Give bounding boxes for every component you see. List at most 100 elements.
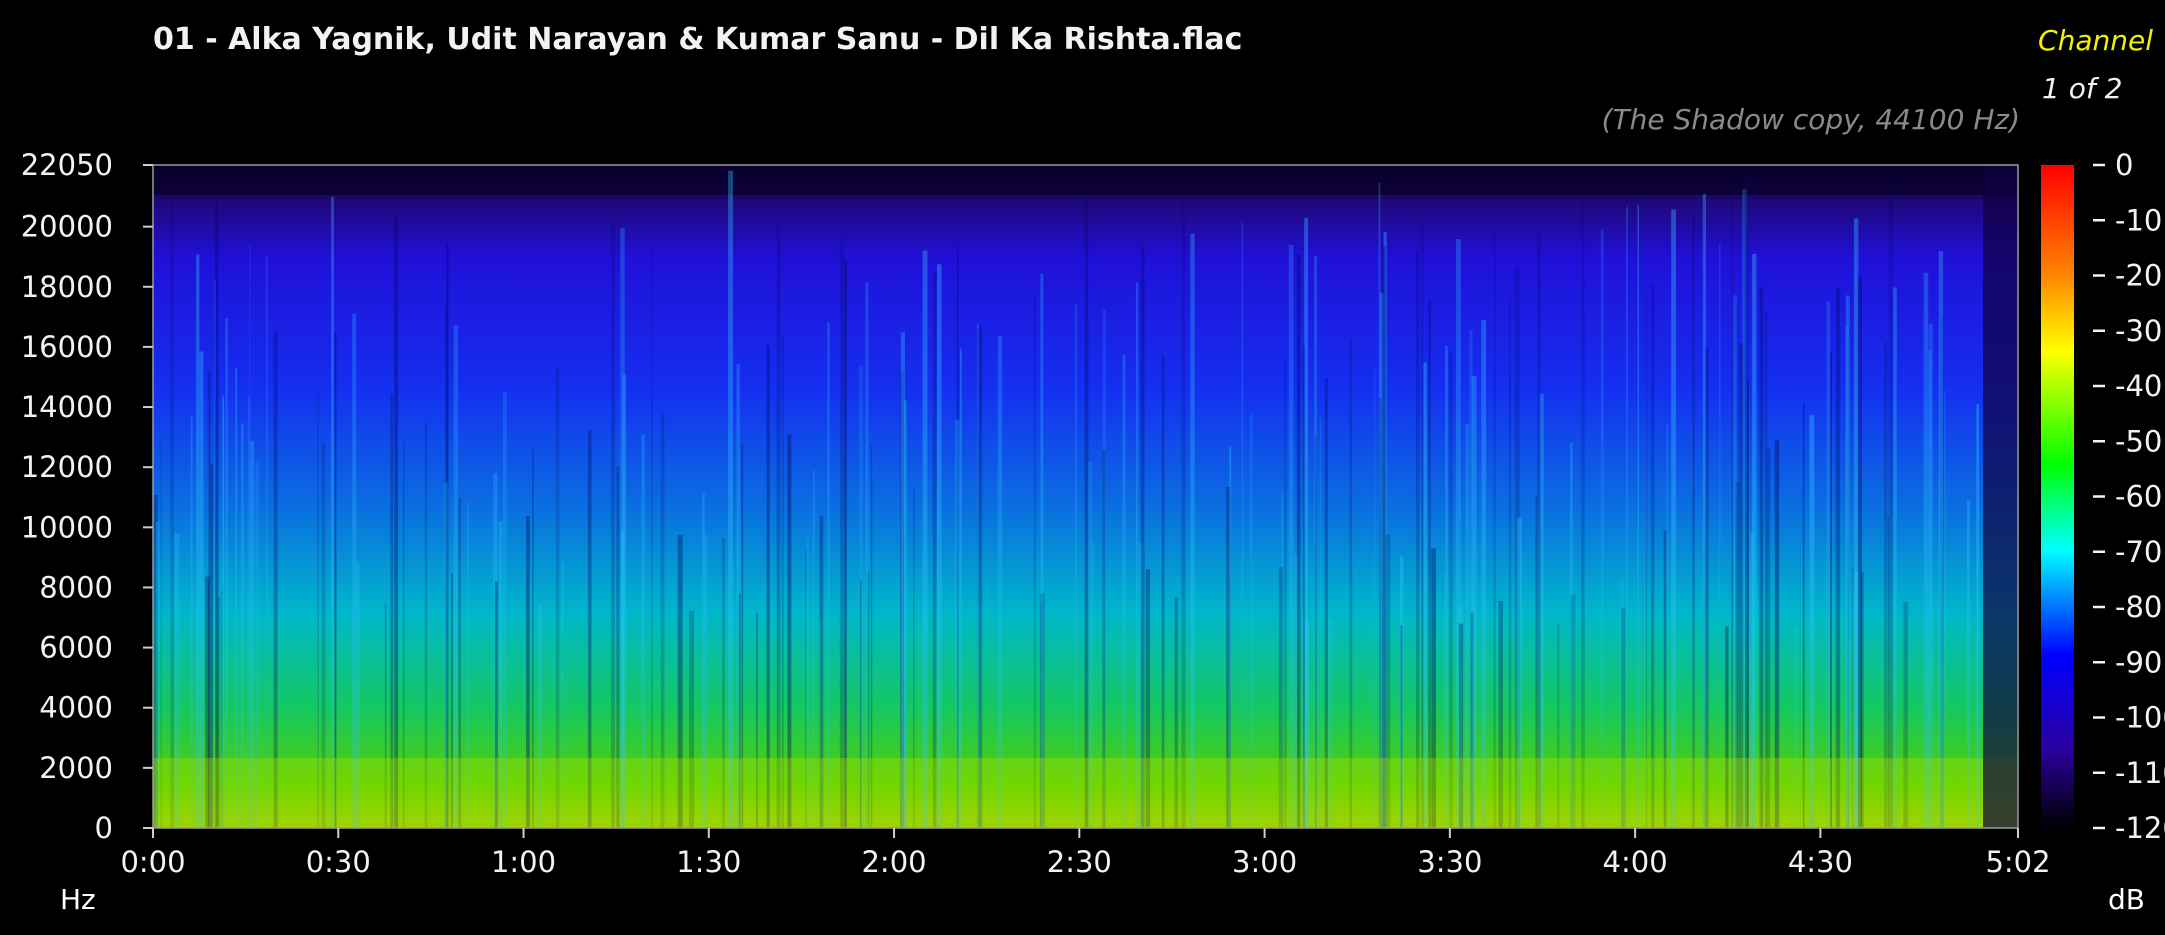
spectrogram-streak <box>1469 330 1473 828</box>
spectrogram-top-band <box>153 165 2018 195</box>
y-tick-label: 22050 <box>21 148 113 182</box>
spectrogram-streak <box>766 345 770 828</box>
colorbar-tick-label: -30 <box>2115 314 2162 348</box>
spectrogram-streak <box>922 250 928 828</box>
spectrogram-streak <box>1181 192 1186 828</box>
spectrogram-streak <box>1421 222 1424 828</box>
spectrogram-streak <box>651 250 653 828</box>
spectrogram-streak <box>937 264 942 828</box>
spectrogram-streak <box>1857 276 1862 829</box>
spectrogram-streak <box>865 282 869 828</box>
spectrogram-streak <box>334 332 337 828</box>
spectrogram-chart: 0 -10 -20 -30 -40 -50 -60 -70 -80 -90 -100 -110 -120… <box>21 148 2165 879</box>
spectrogram-streak <box>453 325 459 828</box>
spectrogram-streak <box>199 351 204 828</box>
colorbar-tick-label: -70 <box>2115 535 2162 569</box>
spectrogram-streak <box>776 224 781 828</box>
colorbar-tick-label: -100 <box>2115 701 2165 735</box>
spectrogram-streak <box>1731 179 1734 828</box>
spectrogram-streak <box>1581 190 1585 829</box>
colorbar-tick-label: -110 <box>2115 756 2165 790</box>
colorbar-tick-label: -80 <box>2115 590 2162 624</box>
colorbar-tick-label: -20 <box>2115 259 2162 293</box>
spectrogram-bass-band <box>153 758 2018 828</box>
colorbar-gradient <box>2041 165 2074 828</box>
x-tick-label: 3:30 <box>1417 845 1482 879</box>
spectrogram-streak <box>1288 244 1294 829</box>
spectrogram-streak <box>1692 211 1695 829</box>
y-tick-label: 6000 <box>39 631 113 665</box>
spectrogram-streak <box>1830 351 1832 828</box>
spectrogram-streak <box>1646 291 1648 829</box>
colorbar-tick-label: 0 <box>2115 148 2133 182</box>
spectrogram-streak <box>1040 273 1044 829</box>
y-tick-label: 12000 <box>21 450 113 484</box>
x-tick-label: 5:02 <box>1985 845 2050 879</box>
spectrogram-streak <box>1382 245 1386 828</box>
spectrogram-streak <box>1508 294 1512 828</box>
spectrogram-streak <box>1759 287 1764 828</box>
spectrogram-streak <box>843 258 847 828</box>
spectrogram-streak <box>1651 282 1655 828</box>
y-tick-label: 4000 <box>39 691 113 725</box>
spectrogram-streak <box>352 313 357 828</box>
x-tick-label: 2:30 <box>1047 845 1112 879</box>
spectrogram-streak <box>1481 320 1486 828</box>
spectrogram-streak <box>997 335 1003 828</box>
y-tick-label: 2000 <box>39 751 113 785</box>
spectrogram-streak <box>977 329 982 828</box>
spectrogram-streak <box>1835 288 1841 829</box>
y-tick-label: 18000 <box>21 270 113 304</box>
spectrogram-streak <box>1415 252 1420 829</box>
spectrogram-streak <box>1190 233 1195 828</box>
spectrogram-streak <box>1074 304 1077 828</box>
spectrogram-streak <box>1732 295 1738 828</box>
spectrogram-streak <box>1493 234 1496 829</box>
spectrogram-streak <box>1738 343 1744 828</box>
spectrogram-streak <box>1445 345 1448 828</box>
spectrogram-streak <box>611 222 615 828</box>
spectrogram-streak <box>1671 209 1676 828</box>
spectrogram-streak <box>170 193 174 828</box>
spectrogram-streak <box>728 170 733 828</box>
y-tick-label: 16000 <box>21 330 113 364</box>
spectrogram-streak <box>900 332 905 828</box>
spectrogram-streak <box>1135 282 1139 829</box>
spectrogram-streak <box>1938 251 1944 828</box>
spectrogram-streak <box>1161 355 1165 828</box>
spectrogram-streak <box>1853 218 1859 829</box>
spectrogram-streak <box>1719 243 1721 828</box>
x-tick-label: 4:30 <box>1788 845 1853 879</box>
spectrogram-streak <box>1349 339 1353 828</box>
spectrogram-streak <box>1826 301 1831 828</box>
spectrogram-streak <box>1884 341 1888 828</box>
spectrogram-streak <box>932 271 937 828</box>
colorbar-tick-label: -60 <box>2115 480 2162 514</box>
spectrogram-streak <box>1122 355 1126 828</box>
y-tick-label: 10000 <box>21 510 113 544</box>
spectrogram-streak <box>960 348 962 828</box>
spectrogram-tail <box>1983 165 2018 828</box>
spectrogram-streak <box>1449 353 1453 828</box>
y-tick-label: 14000 <box>21 390 113 424</box>
spectrogram-streak <box>1923 272 1929 828</box>
colorbar-tick-label: -40 <box>2115 369 2162 403</box>
spectrogram-streak <box>1140 246 1145 829</box>
x-tick-label: 3:00 <box>1232 845 1297 879</box>
y-tick-label: 20000 <box>21 210 113 244</box>
x-tick-label: 4:00 <box>1603 845 1668 879</box>
spectrogram-streak <box>1284 360 1287 828</box>
spectrogram-streak <box>1626 206 1628 829</box>
colorbar-tick-label: -90 <box>2115 645 2162 679</box>
spectrogram-streak <box>331 197 334 829</box>
spectrogram-streak <box>1033 296 1037 829</box>
colorbar: 0 -10 -20 -30 -40 -50 -60 -70 -80 -90 -100 -110 -120 <box>2041 148 2165 845</box>
spectrogram-streak <box>827 322 830 828</box>
spectrogram-streak <box>1927 350 1932 828</box>
spectrogram-streak <box>1845 325 1850 828</box>
spectrogram-streak <box>225 318 228 828</box>
spectrogram-streak <box>1893 287 1897 828</box>
spectrogram-streak <box>394 217 399 828</box>
y-tick-label: 0 <box>95 811 113 845</box>
spectrogram-plot <box>153 165 2018 829</box>
